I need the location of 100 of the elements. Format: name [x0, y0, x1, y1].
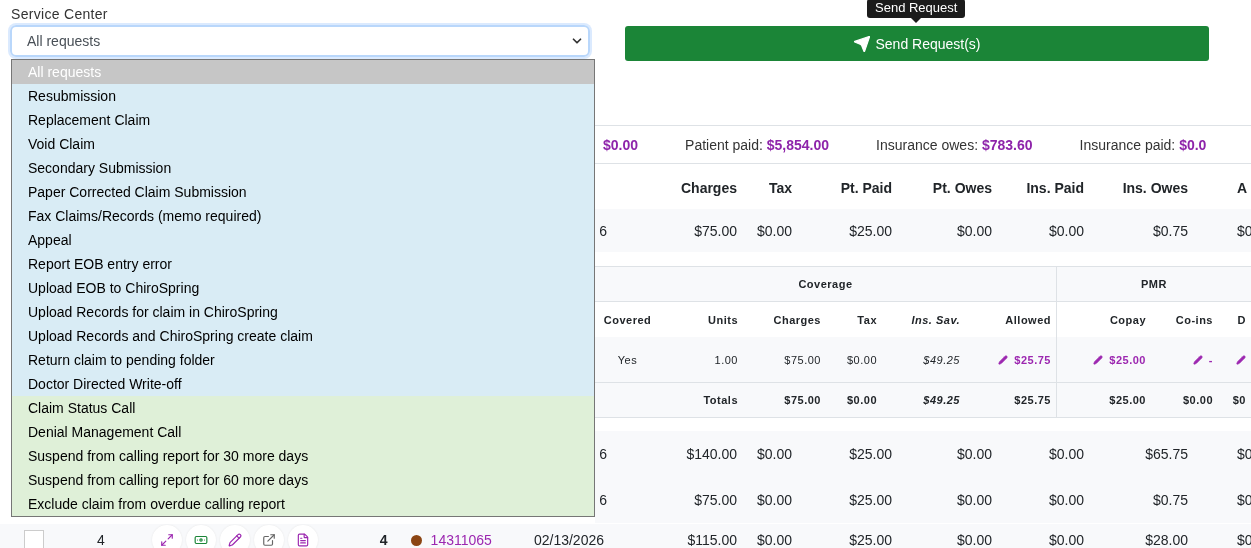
table-cell: $0.00	[846, 353, 877, 366]
dropdown-option[interactable]: Upload Records and ChiroSpring create claim	[12, 324, 594, 348]
summary-item: Insurance paid: $0.0	[1079, 136, 1207, 153]
action-button[interactable]	[185, 525, 216, 548]
service-center-select[interactable]: All requests	[10, 25, 590, 57]
pencil-icon	[227, 533, 242, 547]
column-header: Allowed	[965, 302, 1057, 337]
total-value: $0.00	[1181, 393, 1214, 408]
date-cell-text: 02/13/2026	[533, 532, 605, 548]
table-cell: -	[1208, 353, 1213, 366]
external-link-icon	[261, 533, 276, 547]
summary-item: Patient paid: $5,854.00	[685, 136, 830, 153]
column-header: Covered	[602, 312, 653, 328]
table-cell-text: $0.00	[955, 532, 993, 548]
column-header: Pt. Paid	[839, 180, 893, 196]
date-cell-text: 6	[598, 222, 608, 239]
table-cell-text: $0.00	[755, 446, 793, 462]
table-cell-text: $0.00	[955, 492, 993, 508]
action-button[interactable]	[287, 525, 318, 548]
column-header: Ins. Paid	[1025, 180, 1085, 196]
dropdown-option[interactable]: Void Claim	[12, 132, 594, 156]
send-request-button[interactable]: Send Request(s)	[625, 26, 1209, 61]
table-cell: $49.25	[923, 353, 960, 366]
table-cell-text: $25.00	[848, 532, 893, 548]
dropdown-option[interactable]: Replacement Claim	[12, 108, 594, 132]
document-icon	[295, 533, 310, 547]
row-number: 4	[97, 532, 105, 548]
dropdown-option[interactable]: Report EOB entry error	[12, 252, 594, 276]
table-cell-text: $0.75	[1151, 222, 1189, 239]
column-header: A	[1236, 180, 1249, 196]
action-button[interactable]	[151, 525, 182, 548]
dropdown-option[interactable]: Fax Claims/Records (memo required)	[12, 204, 594, 228]
dropdown-option[interactable]: Exclude claim from overdue calling report	[12, 492, 594, 516]
dropdown-option[interactable]: Secondary Submission	[12, 156, 594, 180]
column-header: Pt. Owes	[931, 180, 993, 196]
dropdown-option[interactable]: Upload Records for claim in ChiroSpring	[12, 300, 594, 324]
dropdown-option[interactable]: Suspend from calling report for 30 more days	[12, 444, 594, 468]
table-cell-text: $0.00	[1047, 492, 1085, 508]
table-cell-text: $25.00	[848, 222, 893, 239]
table-cell: 1.00	[714, 353, 738, 366]
table-cell: $25.00	[1109, 353, 1146, 366]
table-cell-text: $140.00	[685, 446, 738, 462]
date-cell-text: 6	[598, 446, 608, 462]
expand-icon	[159, 533, 174, 547]
row-checkbox[interactable]	[24, 530, 44, 548]
pencil-icon[interactable]	[1236, 354, 1246, 365]
table-cell-text: $0.00	[1047, 222, 1085, 239]
claim-link[interactable]: 14311065	[430, 532, 492, 548]
table-cell-text: $0.00	[1047, 446, 1085, 462]
column-header: Ins. Sav.	[910, 312, 961, 328]
column-header: Charges	[679, 180, 738, 196]
column-header: Units	[707, 312, 739, 328]
dropdown-option[interactable]: Appeal	[12, 228, 594, 252]
action-button[interactable]	[253, 525, 284, 548]
tooltip-arrow	[911, 18, 922, 23]
table-cell: $75.00	[784, 353, 821, 366]
table-cell-text: $0.00	[755, 222, 793, 239]
summary-item: $0.00	[603, 136, 639, 153]
table-cell-text: $25.00	[848, 446, 893, 462]
column-header: Copay	[1108, 312, 1147, 328]
pencil-icon[interactable]	[1192, 354, 1203, 365]
table-cell-text: $25.00	[848, 492, 893, 508]
total-value: $0	[1231, 393, 1247, 408]
pencil-icon[interactable]	[1093, 354, 1104, 365]
visit-count: 4	[379, 532, 388, 548]
banknote-icon	[193, 533, 208, 547]
total-value: $0.00	[845, 393, 878, 408]
total-value: $49.25	[922, 393, 961, 408]
table-cell-text: $75.00	[693, 492, 738, 508]
column-header: Ins. Owes	[1121, 180, 1189, 196]
table-cell-text: $0.00	[755, 532, 793, 548]
field-label: Service Center	[11, 5, 109, 24]
table-cell-text: $28.00	[1144, 532, 1189, 548]
action-button[interactable]	[219, 525, 250, 548]
date-cell-text: 6	[598, 492, 608, 508]
table-cell: $25.75	[1014, 353, 1051, 366]
dropdown-option[interactable]: Upload EOB to ChiroSpring	[12, 276, 594, 300]
totals-label: Totals	[702, 393, 739, 408]
dropdown-option[interactable]: Claim Status Call	[12, 396, 594, 420]
pencil-icon[interactable]	[998, 354, 1009, 365]
column-header: D	[1236, 312, 1247, 328]
dropdown-option[interactable]: Return claim to pending folder	[12, 348, 594, 372]
column-header: Charges	[772, 312, 822, 328]
total-value: $25.00	[1108, 393, 1147, 408]
table-cell-text: $115.00	[686, 532, 738, 548]
table-cell-text: $0.00	[955, 446, 993, 462]
total-value: $75.00	[783, 393, 822, 408]
table-cell-text: $0.00	[755, 492, 793, 508]
table-cell-text: $0.00	[955, 222, 993, 239]
table-cell-text: $65.75	[1144, 446, 1189, 462]
paper-plane-icon	[853, 34, 872, 53]
table-cell-text: $75.00	[693, 222, 738, 239]
table-cell-text: $0.75	[1151, 492, 1189, 508]
dropdown-option[interactable]: Denial Management Call	[12, 420, 594, 444]
total-value: $25.75	[965, 383, 1057, 417]
dropdown-option[interactable]: Paper Corrected Claim Submission	[12, 180, 594, 204]
column-header: Co-ins	[1174, 312, 1214, 328]
dropdown-option[interactable]: Suspend from calling report for 60 more days	[12, 468, 594, 492]
dropdown-option[interactable]: Resubmission	[12, 84, 594, 108]
dropdown-option[interactable]: Doctor Directed Write-off	[12, 372, 594, 396]
